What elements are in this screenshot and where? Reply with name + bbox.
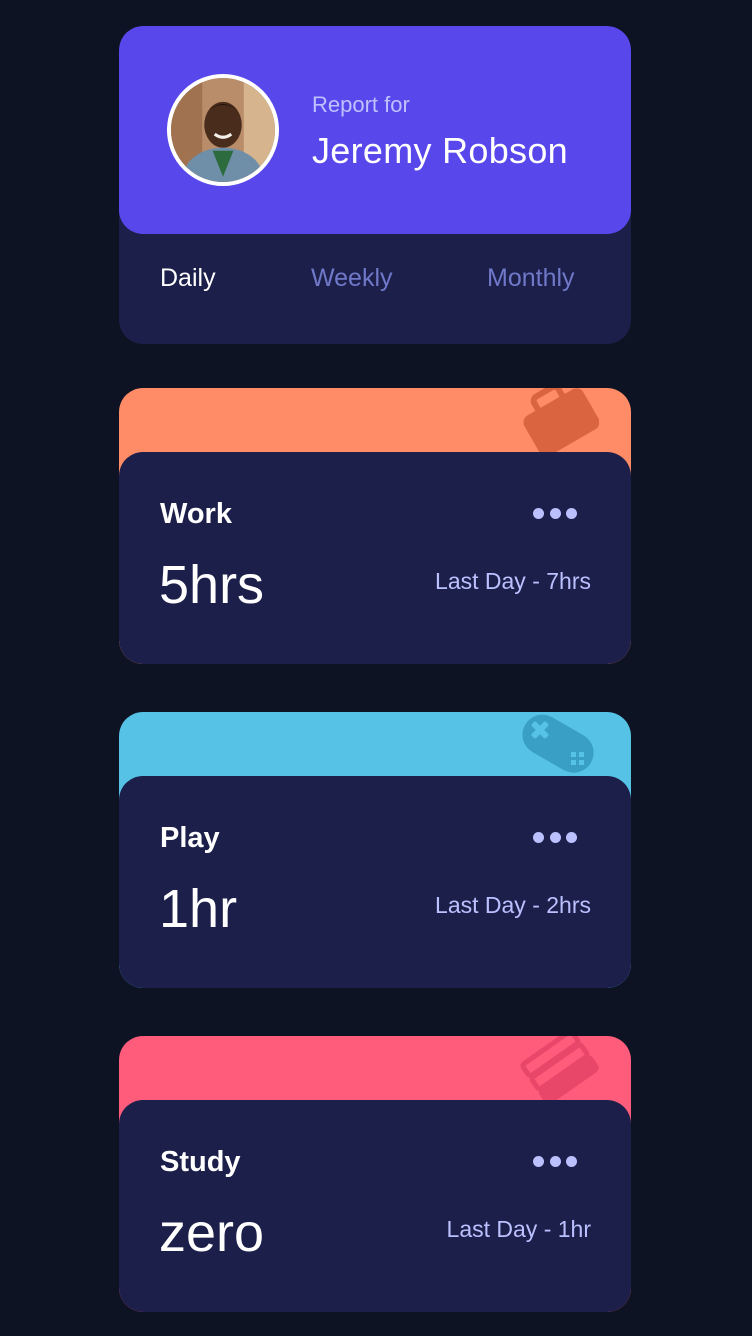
tab-weekly[interactable]: Weekly bbox=[311, 264, 393, 293]
timeframe-tabs: Daily Weekly Monthly bbox=[119, 264, 631, 304]
ellipsis-icon bbox=[533, 832, 544, 843]
ellipsis-icon bbox=[549, 1156, 561, 1167]
study-title: Study bbox=[160, 1146, 241, 1178]
ellipsis-icon bbox=[566, 1156, 577, 1167]
tab-monthly[interactable]: Monthly bbox=[487, 264, 575, 293]
work-title: Work bbox=[160, 498, 232, 530]
play-current-hours: 1hr bbox=[159, 879, 238, 939]
play-card[interactable]: Play 1hr Last Day - 2hrs bbox=[119, 712, 631, 988]
work-current-hours: 5hrs bbox=[159, 555, 265, 615]
profile-header: Report for Jeremy Robson bbox=[119, 26, 631, 234]
play-options-button[interactable] bbox=[533, 832, 577, 844]
work-previous-hours: Last Day - 7hrs bbox=[435, 568, 591, 594]
avatar bbox=[167, 74, 279, 186]
report-for-label: Report for bbox=[312, 92, 410, 117]
user-name: Jeremy Robson bbox=[312, 130, 569, 171]
ellipsis-icon bbox=[533, 508, 544, 519]
ellipsis-icon bbox=[566, 832, 577, 843]
profile-card: Report for Jeremy Robson Daily Weekly Mo… bbox=[119, 26, 631, 344]
briefcase-icon bbox=[523, 388, 599, 457]
study-current-hours: zero bbox=[159, 1203, 265, 1263]
study-previous-hours: Last Day - 1hr bbox=[446, 1216, 591, 1242]
work-options-button[interactable] bbox=[533, 508, 577, 520]
ellipsis-icon bbox=[533, 1156, 544, 1167]
books-icon bbox=[520, 1036, 599, 1105]
study-card[interactable]: Study zero Last Day - 1hr bbox=[119, 1036, 631, 1312]
ellipsis-icon bbox=[566, 508, 577, 519]
study-options-button[interactable] bbox=[533, 1156, 577, 1168]
ellipsis-icon bbox=[549, 832, 561, 843]
gamepad-icon bbox=[522, 714, 594, 773]
work-card[interactable]: Work 5hrs Last Day - 7hrs bbox=[119, 388, 631, 664]
avatar-photo bbox=[171, 78, 275, 182]
study-card-body: Study zero Last Day - 1hr bbox=[119, 1100, 631, 1312]
ellipsis-icon bbox=[549, 508, 561, 519]
play-previous-hours: Last Day - 2hrs bbox=[435, 892, 591, 918]
play-card-body: Play 1hr Last Day - 2hrs bbox=[119, 776, 631, 988]
work-card-body: Work 5hrs Last Day - 7hrs bbox=[119, 452, 631, 664]
play-title: Play bbox=[160, 822, 220, 854]
tab-daily[interactable]: Daily bbox=[160, 264, 216, 293]
